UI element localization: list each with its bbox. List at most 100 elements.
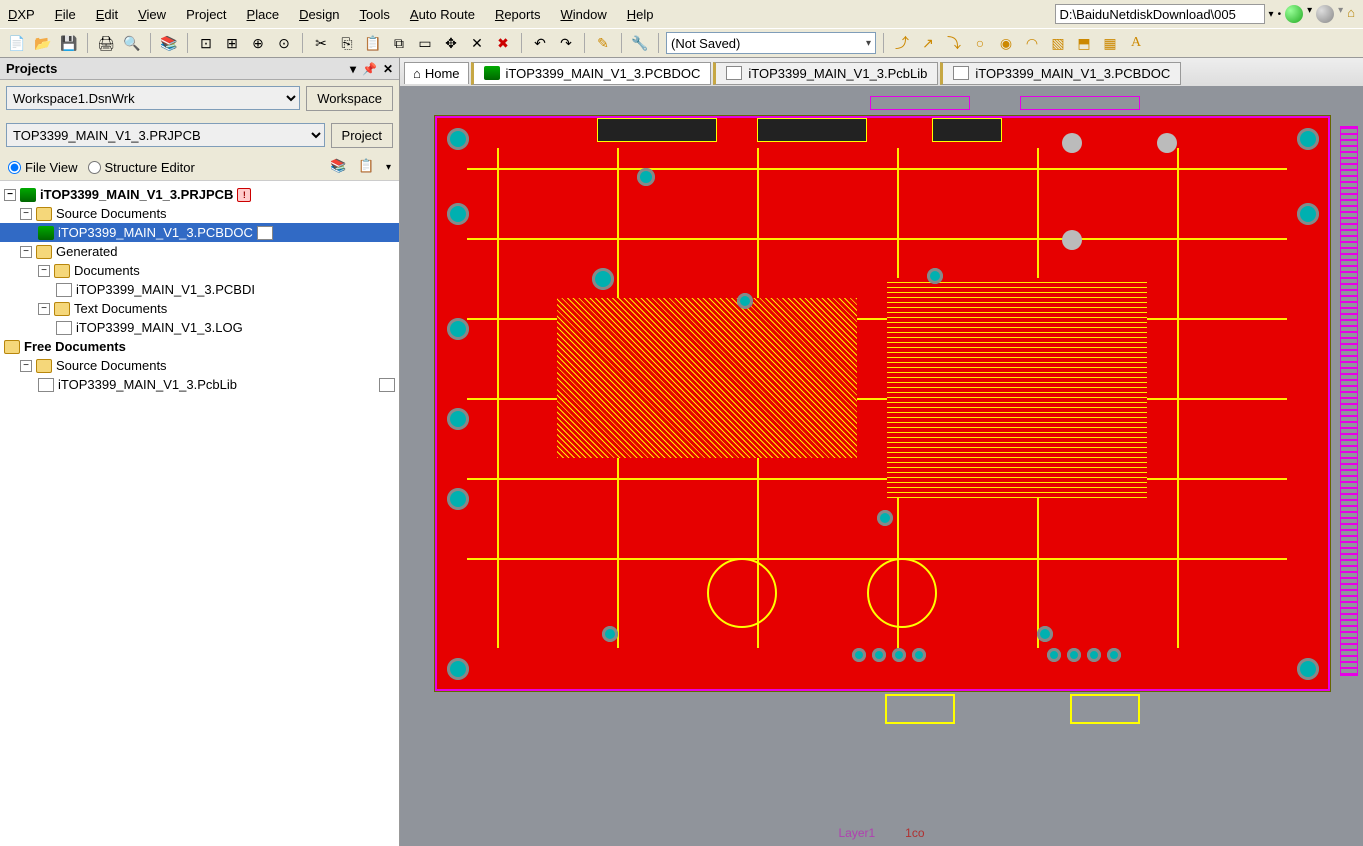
panel-menu-icon[interactable]: ▾ [350,62,356,76]
nav-back-icon[interactable] [1285,5,1303,23]
toggle-icon[interactable]: − [4,189,16,201]
print-icon[interactable]: 🖨 [95,32,117,54]
save-state-combo[interactable]: (Not Saved) [666,32,876,54]
menu-autoroute[interactable]: Auto Route [410,7,475,22]
route-icon-3[interactable]: ⤵ [943,32,965,54]
arc-icon[interactable]: ◠ [1021,32,1043,54]
tree-pcblib[interactable]: iTOP3399_MAIN_V1_3.PcbLib [0,375,399,394]
route-icon-1[interactable]: ⤴ [891,32,913,54]
cut-icon[interactable]: ✂ [310,32,332,54]
route-icon-2[interactable]: ↗ [917,32,939,54]
home-tab[interactable]: ⌂ Home [404,62,469,84]
project-button[interactable]: Project [331,123,393,148]
folder-icon [4,340,20,354]
clear-icon[interactable]: ✖ [492,32,514,54]
copy-icon[interactable]: ⎘ [336,32,358,54]
toggle-icon[interactable]: − [20,208,32,220]
pcb-viewport[interactable]: Layer1 1co [400,86,1363,846]
options-dropdown-icon[interactable]: ▾ [386,162,391,173]
panel-title: Projects ▾ 📌 ✕ [0,58,399,80]
save-icon[interactable]: 💾 [58,32,80,54]
open-icon[interactable]: 📂 [32,32,54,54]
menu-project[interactable]: Project [186,7,226,22]
doc-icon [56,283,72,297]
menu-reports[interactable]: Reports [495,7,541,22]
editor-area: ⌂ Home iTOP3399_MAIN_V1_3.PCBDOC iTOP339… [400,58,1363,846]
deselect-icon[interactable]: ✕ [466,32,488,54]
sidebar: Projects ▾ 📌 ✕ Workspace1.DsnWrk Workspa… [0,58,400,846]
tree-source-docs[interactable]: − Source Documents [0,204,399,223]
menu-edit[interactable]: Edit [96,7,118,22]
workspace-button[interactable]: Workspace [306,86,393,111]
zoom-fit-icon[interactable]: ⊞ [221,32,243,54]
move-icon[interactable]: ✥ [440,32,462,54]
menu-place[interactable]: Place [247,7,280,22]
structure-editor-radio[interactable]: Structure Editor [88,160,195,175]
new-icon[interactable]: 📄 [6,32,28,54]
doc-tab-2[interactable]: iTOP3399_MAIN_V1_3.PcbLib [713,62,938,85]
toggle-icon[interactable]: − [20,360,32,372]
select-icon[interactable]: ▭ [414,32,436,54]
poly-icon[interactable]: ⬒ [1073,32,1095,54]
panel-pin-icon[interactable]: 📌 [362,62,377,76]
tree-pcbdoc[interactable]: iTOP3399_MAIN_V1_3.PCBDOC [0,223,399,242]
folder-icon [54,264,70,278]
path-input[interactable] [1055,4,1265,24]
via-icon[interactable]: ○ [969,32,991,54]
tool-icon[interactable]: ✎ [592,32,614,54]
preview-icon[interactable]: 🔍 [121,32,143,54]
region-icon[interactable]: ▦ [1099,32,1121,54]
tree-free-docs[interactable]: Free Documents [0,337,399,356]
menu-file[interactable]: File [55,7,76,22]
doc-tab-1[interactable]: iTOP3399_MAIN_V1_3.PCBDOC [471,62,712,85]
options-icon[interactable]: 📋 [358,158,376,176]
workspace-combo[interactable]: Workspace1.DsnWrk [6,86,300,110]
browse-icon[interactable]: 📚 [158,32,180,54]
layer-label: Layer1 [838,826,875,840]
duplicate-icon[interactable]: ⧉ [388,32,410,54]
menu-dxp[interactable]: DXP [8,7,35,22]
menu-help[interactable]: Help [627,7,654,22]
doc-icon [379,378,395,392]
toggle-icon[interactable]: − [20,246,32,258]
toggle-icon[interactable]: − [38,303,50,315]
nav-fwd-icon [1316,5,1334,23]
menu-tools[interactable]: Tools [360,7,390,22]
path-box: ▾ • ▾ ▾ ⌂ [1055,4,1355,24]
fill-icon[interactable]: ▧ [1047,32,1069,54]
project-combo[interactable]: TOP3399_MAIN_V1_3.PRJPCB [6,123,325,147]
menu-design[interactable]: Design [299,7,339,22]
folder-icon [36,207,52,221]
project-tree: − iTOP3399_MAIN_V1_3.PRJPCB ! − Source D… [0,181,399,846]
tree-free-src[interactable]: − Source Documents [0,356,399,375]
panel-close-icon[interactable]: ✕ [383,62,393,76]
folder-icon [36,245,52,259]
menu-window[interactable]: Window [560,7,606,22]
text-icon[interactable]: A [1125,32,1147,54]
tree-text-docs[interactable]: − Text Documents [0,299,399,318]
toggle-icon[interactable]: − [38,265,50,277]
menu-view[interactable]: View [138,7,166,22]
zoom-area-icon[interactable]: ⊡ [195,32,217,54]
zoom-selected-icon[interactable]: ⊙ [273,32,295,54]
pcb-board[interactable] [435,116,1330,691]
doc-tab-3[interactable]: iTOP3399_MAIN_V1_3.PCBDOC [940,62,1181,85]
doc-icon [257,226,273,240]
compile-icon[interactable]: 📚 [330,158,348,176]
panel-title-label: Projects [6,61,57,76]
pad-icon[interactable]: ◉ [995,32,1017,54]
paste-icon[interactable]: 📋 [362,32,384,54]
tree-documents[interactable]: − Documents [0,261,399,280]
file-view-radio[interactable]: File View [8,160,78,175]
zoom-in-icon[interactable]: ⊕ [247,32,269,54]
tree-project-root[interactable]: − iTOP3399_MAIN_V1_3.PRJPCB ! [0,185,399,204]
tree-pcbdi[interactable]: iTOP3399_MAIN_V1_3.PCBDI [0,280,399,299]
home-icon[interactable]: ⌂ [1347,5,1355,23]
redo-icon[interactable]: ↷ [555,32,577,54]
pcb-icon [484,66,500,80]
tree-generated[interactable]: − Generated [0,242,399,261]
tree-log[interactable]: iTOP3399_MAIN_V1_3.LOG [0,318,399,337]
browse-components-icon[interactable]: 🔧 [629,32,651,54]
toolbar: 📄 📂 💾 🖨 🔍 📚 ⊡ ⊞ ⊕ ⊙ ✂ ⎘ 📋 ⧉ ▭ ✥ ✕ ✖ ↶ ↷ … [0,28,1363,58]
undo-icon[interactable]: ↶ [529,32,551,54]
